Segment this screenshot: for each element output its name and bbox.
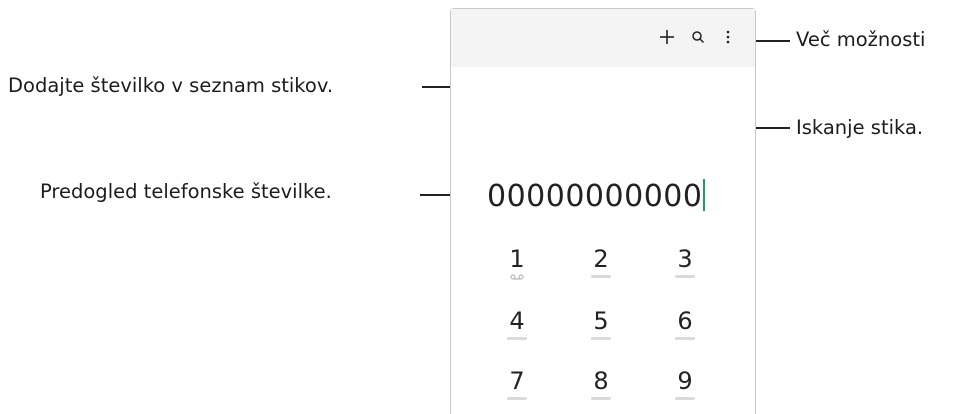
key-digit: 5 [593, 307, 609, 335]
search-icon[interactable] [689, 25, 707, 49]
callout-more-options: Več možnosti [796, 28, 926, 51]
add-icon[interactable] [657, 25, 677, 49]
key-letters [655, 335, 715, 343]
key-letters [487, 395, 547, 403]
phone-number-text: 00000000000 [487, 179, 703, 214]
key-digit: 6 [677, 307, 693, 335]
callout-search-contacts: Iskanje stika. [796, 116, 924, 139]
key-letters [655, 395, 715, 403]
keypad-key-8[interactable]: 8 [571, 367, 631, 403]
key-letters [487, 335, 547, 343]
keypad-key-2[interactable]: 2 [571, 245, 631, 281]
more-options-icon[interactable] [723, 25, 733, 49]
phone-number-preview[interactable]: 00000000000 [487, 179, 706, 215]
key-digit: 9 [677, 367, 693, 395]
key-digit: 2 [593, 245, 609, 273]
key-digit: 8 [593, 367, 609, 395]
voicemail-icon [487, 273, 547, 281]
keypad-key-3[interactable]: 3 [655, 245, 715, 281]
callout-number-preview: Predogled telefonske številke. [40, 180, 332, 203]
key-letters [571, 335, 631, 343]
key-digit: 1 [509, 245, 525, 273]
callout-add-number: Dodajte številko v seznam stikov. [8, 74, 334, 97]
keypad-key-9[interactable]: 9 [655, 367, 715, 403]
key-digit: 7 [509, 367, 525, 395]
keypad-key-6[interactable]: 6 [655, 307, 715, 343]
key-digit: 4 [509, 307, 525, 335]
keypad-key-4[interactable]: 4 [487, 307, 547, 343]
key-digit: 3 [677, 245, 693, 273]
keypad-key-7[interactable]: 7 [487, 367, 547, 403]
dialer-toolbar [451, 9, 755, 67]
key-letters [571, 395, 631, 403]
key-letters [571, 273, 631, 281]
phone-screen: 00000000000 1 2 3 4 5 6 7 8 9 [450, 8, 756, 414]
key-letters [655, 273, 715, 281]
keypad-key-1[interactable]: 1 [487, 245, 547, 281]
text-cursor [703, 179, 706, 211]
keypad-key-5[interactable]: 5 [571, 307, 631, 343]
